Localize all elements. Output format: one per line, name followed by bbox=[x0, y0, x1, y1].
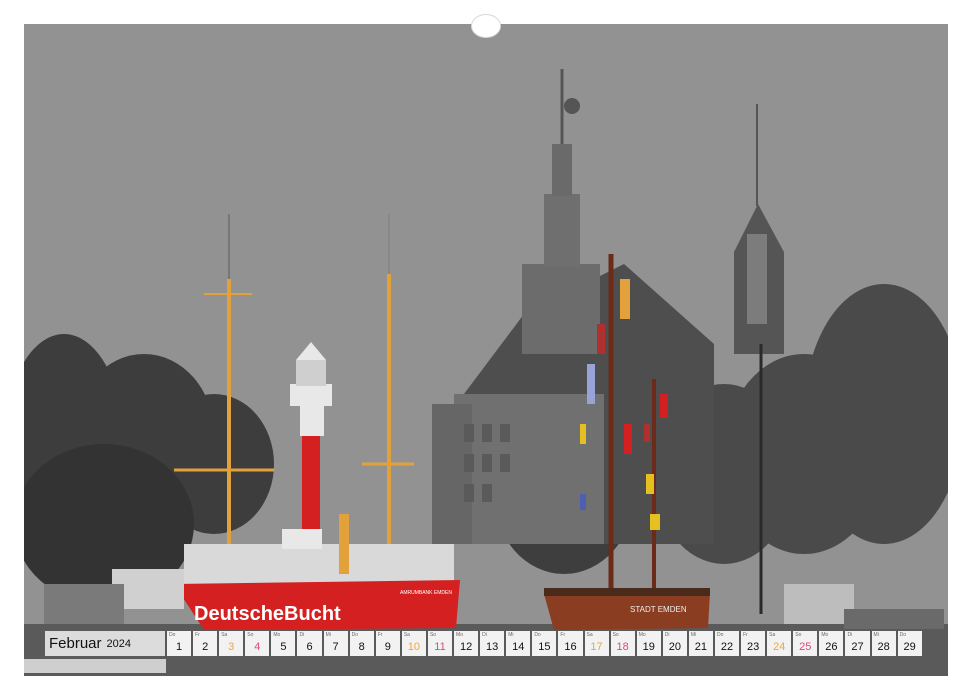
day-number: 12 bbox=[459, 641, 473, 653]
day-number: 27 bbox=[851, 641, 864, 653]
day-number: 14 bbox=[512, 641, 525, 653]
month-name: Februar bbox=[49, 635, 102, 652]
day-cell: Do 29 bbox=[897, 631, 922, 656]
day-number: 15 bbox=[538, 641, 551, 653]
day-cell: Sa 17 bbox=[584, 631, 609, 656]
day-cell: Mi 28 bbox=[871, 631, 896, 656]
day-cell: Mo 26 bbox=[819, 631, 844, 656]
day-cell: Do 15 bbox=[532, 631, 557, 656]
calendar-strip: Februar 2024 Do 1 Fr 2 Sa 3 So 4 Mo 5 Di 6 Mi 7 Do 8 Fr 9… bbox=[45, 631, 927, 656]
publisher-bar bbox=[24, 659, 166, 673]
day-cell: Do 22 bbox=[714, 631, 740, 656]
day-cell: Sa 10 bbox=[401, 631, 426, 656]
day-weekday: Mi bbox=[325, 632, 331, 638]
day-number: 9 bbox=[384, 641, 391, 653]
day-number: 11 bbox=[434, 641, 446, 653]
day-weekday: Fr bbox=[195, 632, 200, 638]
day-cell: Mi 21 bbox=[688, 631, 713, 656]
day-weekday: Fr bbox=[377, 632, 383, 638]
day-weekday: Sa bbox=[586, 632, 593, 638]
day-weekday: Di bbox=[847, 632, 853, 638]
day-number: 22 bbox=[720, 641, 734, 653]
day-weekday: Do bbox=[899, 632, 907, 638]
day-weekday: Di bbox=[299, 632, 305, 638]
second-ship-name: STADT EMDEN bbox=[630, 605, 687, 614]
day-weekday: So bbox=[612, 632, 619, 638]
day-weekday: So bbox=[795, 632, 802, 638]
day-number: 29 bbox=[903, 641, 916, 653]
day-weekday: So bbox=[429, 632, 437, 638]
day-number: 19 bbox=[642, 641, 655, 653]
day-cell: Mo 5 bbox=[271, 631, 296, 656]
day-cell: Di 20 bbox=[662, 631, 687, 656]
day-cell: Sa 24 bbox=[767, 631, 792, 656]
day-number: 23 bbox=[746, 641, 760, 653]
day-number: 21 bbox=[694, 641, 708, 653]
day-cell: Di 27 bbox=[845, 631, 870, 656]
day-weekday: Mo bbox=[638, 632, 646, 638]
day-weekday: Do bbox=[716, 632, 724, 638]
day-weekday: Sa bbox=[403, 632, 410, 638]
day-cell: So 18 bbox=[610, 631, 635, 656]
day-number: 20 bbox=[668, 641, 681, 653]
day-number: 26 bbox=[825, 641, 838, 653]
day-number: 2 bbox=[202, 641, 209, 653]
day-weekday: Sa bbox=[221, 632, 228, 638]
day-cell: Mo 12 bbox=[454, 631, 479, 656]
day-number: 13 bbox=[486, 641, 499, 653]
day-weekday: Di bbox=[664, 632, 670, 638]
day-weekday: Fr bbox=[743, 632, 748, 638]
calendar-photo: DeutscheBucht AMRUMBANK EMDEN STADT EMDE… bbox=[24, 24, 948, 676]
day-weekday: Do bbox=[351, 632, 359, 638]
ship-name: DeutscheBucht bbox=[194, 603, 341, 625]
day-number: 18 bbox=[616, 641, 629, 653]
day-cell: So 11 bbox=[427, 631, 453, 656]
day-cell: Di 6 bbox=[297, 631, 322, 656]
day-cell: Do 8 bbox=[349, 631, 374, 656]
day-weekday: So bbox=[247, 632, 254, 638]
day-number: 6 bbox=[306, 641, 313, 653]
day-cell: Di 13 bbox=[480, 631, 505, 656]
day-number: 28 bbox=[877, 641, 890, 653]
day-number: 4 bbox=[254, 641, 261, 653]
day-weekday: Mo bbox=[821, 632, 829, 638]
day-weekday: Sa bbox=[769, 632, 776, 638]
day-weekday: Mi bbox=[690, 632, 697, 638]
day-weekday: Mo bbox=[456, 632, 463, 638]
day-weekday: Do bbox=[534, 632, 541, 638]
day-number: 7 bbox=[332, 641, 339, 653]
day-number: 17 bbox=[590, 641, 603, 653]
day-cell: So 4 bbox=[245, 631, 270, 656]
day-cell: Mi 14 bbox=[506, 631, 531, 656]
day-number: 3 bbox=[228, 641, 235, 653]
day-weekday: Fr bbox=[560, 632, 566, 638]
day-number: 24 bbox=[773, 641, 786, 653]
day-number: 16 bbox=[564, 641, 577, 653]
day-weekday: Mi bbox=[508, 632, 514, 638]
binding-hole bbox=[471, 14, 501, 38]
month-year: 2024 bbox=[106, 637, 132, 650]
day-cell: Do 1 bbox=[167, 631, 192, 656]
day-number: 5 bbox=[280, 641, 287, 653]
day-weekday: Do bbox=[169, 632, 176, 638]
day-cells: Do 1 Fr 2 Sa 3 So 4 Mo 5 Di 6 Mi 7 Do 8 Fr 9 Sa 10 So 11 Mo 12 D… bbox=[167, 631, 922, 656]
day-number: 10 bbox=[407, 641, 421, 653]
month-label: Februar 2024 bbox=[45, 631, 165, 656]
day-number: 25 bbox=[799, 641, 812, 653]
day-weekday: Di bbox=[482, 632, 487, 638]
day-number: 8 bbox=[358, 641, 365, 653]
day-cell: Sa 3 bbox=[219, 631, 244, 656]
day-weekday: Mi bbox=[873, 632, 879, 638]
day-cell: Fr 16 bbox=[558, 631, 583, 656]
day-cell: Mo 19 bbox=[636, 631, 661, 656]
day-weekday: Mo bbox=[273, 632, 281, 638]
day-cell: Fr 2 bbox=[193, 631, 218, 656]
day-cell: Fr 23 bbox=[741, 631, 766, 656]
day-cell: Mi 7 bbox=[323, 631, 348, 656]
day-number: 1 bbox=[175, 641, 183, 653]
day-cell: Fr 9 bbox=[375, 631, 400, 656]
ship-subtitle: AMRUMBANK EMDEN bbox=[400, 590, 452, 596]
day-cell: So 25 bbox=[793, 631, 818, 656]
